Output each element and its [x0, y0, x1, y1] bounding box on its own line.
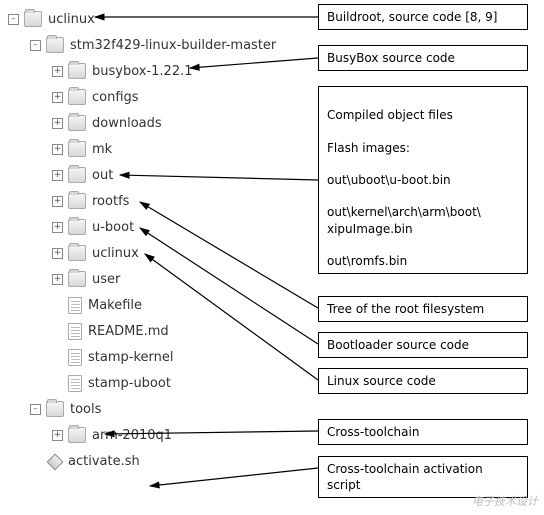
expand-icon[interactable]: +: [52, 118, 63, 129]
file-icon: [68, 297, 82, 314]
tree-row[interactable]: + u-boot: [8, 214, 276, 240]
tree-label: mk: [92, 142, 112, 157]
tree-row-root[interactable]: – uclinux: [8, 6, 276, 32]
annotation-uclinux: Linux source code: [318, 368, 528, 394]
tree-row[interactable]: + arm-2010q1: [8, 422, 276, 448]
expand-icon[interactable]: +: [52, 144, 63, 155]
tree-row[interactable]: + busybox-1.22.1: [8, 58, 276, 84]
annotation-text: Compiled object files Flash images: out\…: [327, 108, 481, 268]
tree-row[interactable]: + configs: [8, 84, 276, 110]
watermark-text: 电子技术设计: [472, 493, 538, 509]
tree-label: rootfs: [92, 194, 129, 209]
file-icon: [68, 323, 82, 340]
annotation-compiled: Compiled object files Flash images: out\…: [318, 86, 528, 274]
folder-icon: [24, 11, 42, 27]
annotation-text: Cross-toolchain: [327, 425, 419, 439]
folder-icon: [46, 401, 64, 417]
folder-icon: [68, 141, 86, 157]
collapse-icon[interactable]: –: [8, 14, 19, 25]
tree-label: stamp-kernel: [88, 350, 173, 365]
tree-row[interactable]: + uclinux: [8, 240, 276, 266]
annotation-text: Tree of the root filesystem: [327, 302, 484, 316]
folder-icon: [68, 427, 86, 443]
toggle-spacer: [52, 378, 63, 389]
tree-label: tools: [70, 402, 101, 417]
annotation-text: Bootloader source code: [327, 338, 469, 352]
annotation-uboot: Bootloader source code: [318, 332, 528, 358]
tree-row[interactable]: stamp-kernel: [8, 344, 276, 370]
expand-icon[interactable]: +: [52, 66, 63, 77]
tree-row[interactable]: + user: [8, 266, 276, 292]
tree-row[interactable]: + rootfs: [8, 188, 276, 214]
tree-label: stm32f429-linux-builder-master: [70, 38, 276, 53]
expand-icon[interactable]: +: [52, 430, 63, 441]
toggle-spacer: [52, 326, 63, 337]
folder-icon: [68, 167, 86, 183]
expand-icon[interactable]: +: [52, 248, 63, 259]
folder-icon: [68, 245, 86, 261]
tree-row[interactable]: + downloads: [8, 110, 276, 136]
tree-row[interactable]: README.md: [8, 318, 276, 344]
folder-icon: [46, 37, 64, 53]
tree-row[interactable]: stamp-uboot: [8, 370, 276, 396]
annotation-text: Buildroot, source code [8, 9]: [327, 10, 498, 24]
tree-row[interactable]: Makefile: [8, 292, 276, 318]
tree-row-stm32[interactable]: – stm32f429-linux-builder-master: [8, 32, 276, 58]
file-tree: – uclinux – stm32f429-linux-builder-mast…: [8, 6, 276, 474]
folder-icon: [68, 115, 86, 131]
annotation-text: Linux source code: [327, 374, 436, 388]
folder-icon: [68, 271, 86, 287]
tree-row[interactable]: + mk: [8, 136, 276, 162]
tree-label: u-boot: [92, 220, 134, 235]
tree-row[interactable]: activate.sh: [8, 448, 276, 474]
tree-label: user: [92, 272, 120, 287]
tree-label: configs: [92, 90, 139, 105]
file-icon: [68, 375, 82, 392]
annotation-busybox: BusyBox source code: [318, 45, 528, 71]
tree-label: out: [92, 168, 113, 183]
tree-label: uclinux: [92, 246, 139, 261]
collapse-icon[interactable]: –: [30, 404, 41, 415]
diagram-container: – uclinux – stm32f429-linux-builder-mast…: [0, 0, 544, 515]
toggle-spacer: [52, 300, 63, 311]
folder-icon: [68, 193, 86, 209]
toggle-spacer: [30, 456, 41, 467]
tree-label: busybox-1.22.1: [92, 64, 193, 79]
tree-label: README.md: [88, 324, 169, 339]
tree-row-tools[interactable]: – tools: [8, 396, 276, 422]
annotation-text: Cross-toolchain activation script: [327, 462, 483, 492]
tree-label: uclinux: [48, 12, 95, 27]
annotation-text: BusyBox source code: [327, 51, 455, 65]
tree-label: Makefile: [88, 298, 142, 313]
expand-icon[interactable]: +: [52, 274, 63, 285]
collapse-icon[interactable]: –: [30, 40, 41, 51]
folder-icon: [68, 89, 86, 105]
folder-icon: [68, 219, 86, 235]
annotation-buildroot: Buildroot, source code [8, 9]: [318, 4, 528, 30]
tree-label: arm-2010q1: [92, 428, 172, 443]
file-icon: [68, 349, 82, 366]
tree-row[interactable]: + out: [8, 162, 276, 188]
annotation-rootfs: Tree of the root filesystem: [318, 296, 528, 322]
tree-label: activate.sh: [68, 454, 140, 469]
expand-icon[interactable]: +: [52, 92, 63, 103]
annotation-tools: Cross-toolchain: [318, 419, 528, 445]
expand-icon[interactable]: +: [52, 196, 63, 207]
tree-label: downloads: [92, 116, 162, 131]
tree-label: stamp-uboot: [88, 376, 171, 391]
toggle-spacer: [52, 352, 63, 363]
folder-icon: [68, 63, 86, 79]
script-icon: [46, 453, 62, 469]
expand-icon[interactable]: +: [52, 222, 63, 233]
expand-icon[interactable]: +: [52, 170, 63, 181]
